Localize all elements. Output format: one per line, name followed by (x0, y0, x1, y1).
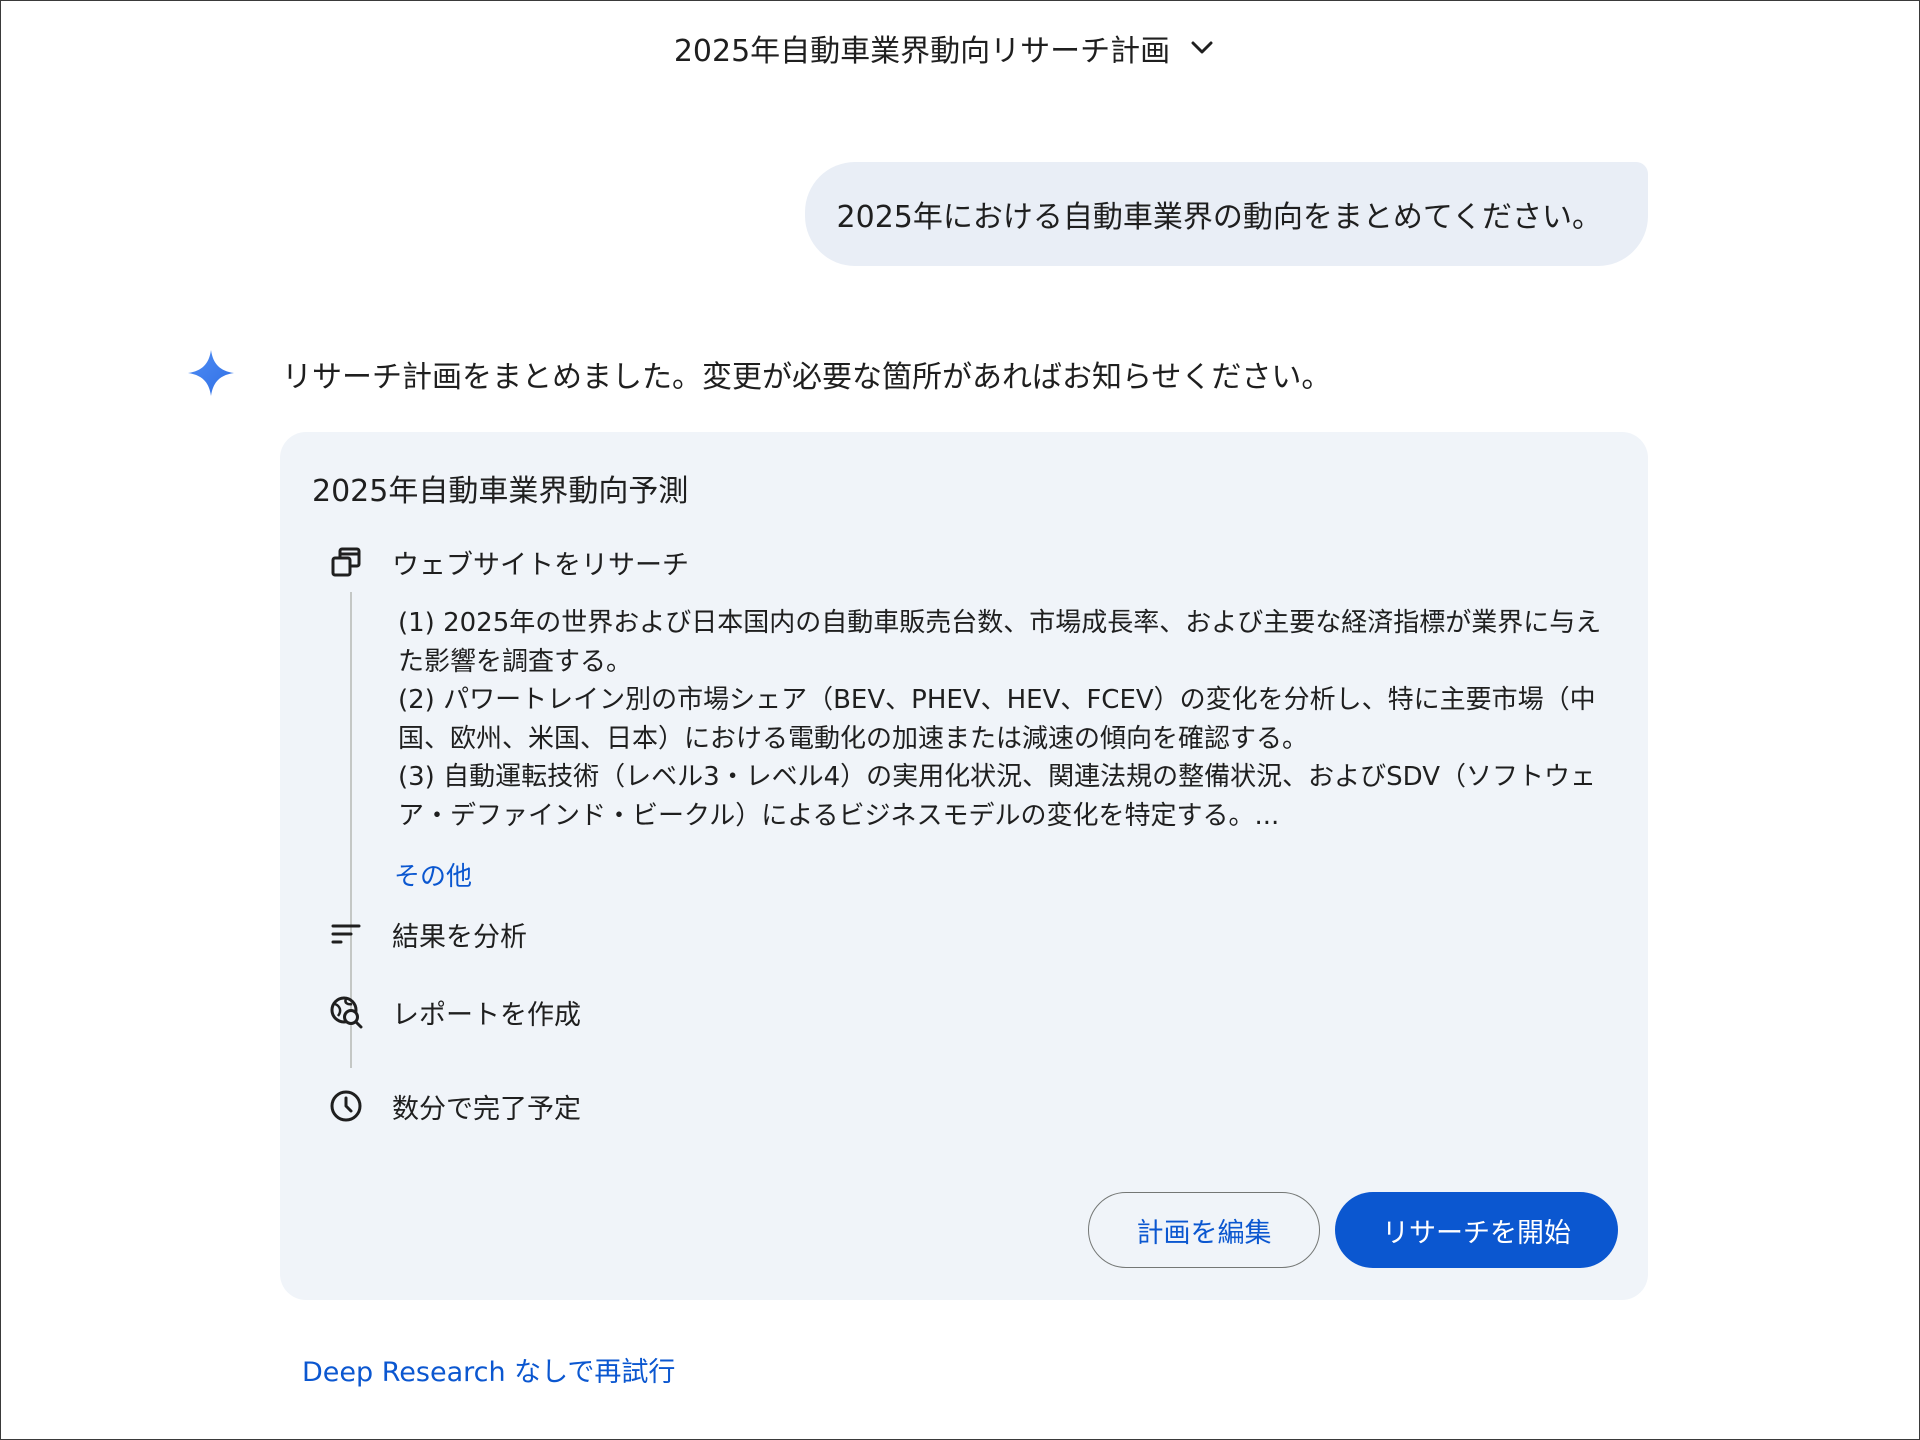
step-label: レポートを作成 (392, 999, 581, 1031)
step-label: 結果を分析 (392, 921, 527, 953)
user-message-bubble: 2025年における自動車業界の動向をまとめてください。 (804, 162, 1648, 266)
conversation-title-dropdown[interactable]: 2025年自動車業界動向リサーチ計画 (674, 26, 1216, 70)
detail-item: (3) 自動運転技術（レベル3・レベル4）の実用化状況、関連法規の整備状況、およ… (398, 762, 1597, 831)
plan-step-research-websites: ウェブサイトをリサーチ (328, 544, 689, 581)
edit-plan-button[interactable]: 計画を編集 (1088, 1192, 1320, 1268)
chevron-down-icon (1188, 34, 1216, 62)
more-link[interactable]: その他 (394, 856, 472, 893)
research-details: (1) 2025年の世界および日本国内の自動車販売台数、市場成長率、および主要な… (398, 604, 1608, 835)
plan-step-analyze-results: 結果を分析 (328, 916, 527, 953)
step-label: ウェブサイトをリサーチ (392, 549, 689, 581)
globe-search-icon (328, 994, 364, 1030)
plan-title: 2025年自動車業界動向予測 (312, 474, 689, 509)
timeline-connector (350, 962, 352, 992)
user-message-text: 2025年における自動車業界の動向をまとめてください。 (836, 200, 1602, 235)
gemini-spark-icon (186, 348, 236, 398)
detail-item: (2) パワートレイン別の市場シェア（BEV、PHEV、HEV、FCEV）の変化… (398, 685, 1596, 754)
plan-step-eta: 数分で完了予定 (328, 1088, 581, 1125)
header: 2025年自動車業界動向リサーチ計画 (0, 26, 1920, 70)
conversation-title: 2025年自動車業界動向リサーチ計画 (673, 34, 1171, 69)
research-plan-card: 2025年自動車業界動向予測 ウェブサイトをリサーチ (1) 2025年の世界お… (280, 432, 1648, 1300)
clock-icon (328, 1088, 364, 1124)
plan-step-create-report: レポートを作成 (328, 994, 581, 1031)
response-message: リサーチ計画をまとめました。変更が必要な箇所があればお知らせください。 (282, 360, 1332, 395)
step-label: 数分で完了予定 (392, 1093, 581, 1125)
browser-windows-icon (328, 544, 364, 580)
detail-item: (1) 2025年の世界および日本国内の自動車販売台数、市場成長率、および主要な… (398, 608, 1602, 677)
start-research-button[interactable]: リサーチを開始 (1335, 1192, 1618, 1268)
retry-without-deep-research-link[interactable]: Deep Research なしで再試行 (302, 1350, 675, 1389)
sort-lines-icon (328, 916, 364, 952)
